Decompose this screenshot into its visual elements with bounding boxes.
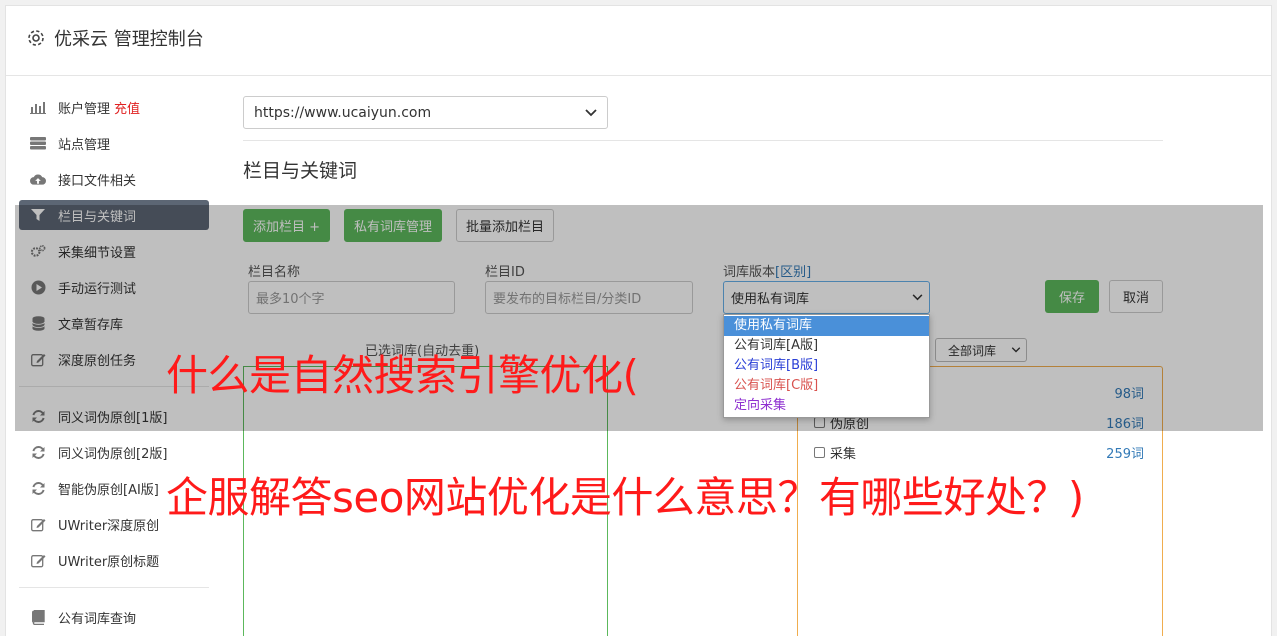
gear-icon: [28, 30, 44, 46]
lib-filter-select[interactable]: 全部词库: [935, 338, 1027, 362]
dropdown-option[interactable]: 公有词库[B版]: [724, 356, 929, 376]
edit-icon: [30, 516, 46, 532]
lib-version-label-wrap: 词库版本[区别]: [723, 261, 811, 280]
add-column-button[interactable]: 添加栏目 +: [243, 209, 331, 242]
sidebar-item-label: 智能伪原创[AI版]: [58, 482, 159, 498]
lib-count: 186词: [1106, 417, 1144, 432]
sidebar-item-public-lib-query[interactable]: 公有词库查询: [19, 602, 209, 632]
sidebar-item-label: UWriter深度原创: [58, 518, 160, 534]
dropdown-option[interactable]: 公有词库[C版]: [724, 376, 929, 396]
dropdown-option[interactable]: 公有词库[A版]: [724, 336, 929, 356]
sidebar-item-interface[interactable]: 接口文件相关: [19, 164, 209, 194]
lib-name-wrap: 采集: [814, 443, 856, 462]
chevron-down-icon: [585, 108, 597, 116]
lib-version-label: 词库版本: [723, 265, 776, 280]
sidebar-item-label: 深度原创任务: [58, 353, 137, 369]
dropdown-option[interactable]: 使用私有词库: [724, 316, 929, 336]
refresh-icon: [30, 408, 46, 424]
sidebar-item-collect-settings[interactable]: 采集细节设置: [19, 236, 209, 266]
refresh-icon: [30, 480, 46, 496]
chevron-down-icon: [1011, 347, 1021, 353]
sidebar-divider: [19, 587, 209, 588]
lib-count: 259词: [1106, 447, 1144, 462]
cloud-upload-icon: [30, 171, 46, 187]
filter-icon: [30, 207, 46, 223]
cancel-button[interactable]: 取消: [1109, 280, 1163, 313]
save-button[interactable]: 保存: [1045, 280, 1099, 313]
sidebar-item-uwriter-title[interactable]: UWriter原创标题: [19, 545, 209, 575]
sidebar-item-label: UWriter原创标题: [58, 554, 160, 570]
site-select[interactable]: https://www.ucaiyun.com: [243, 96, 608, 129]
cogs-icon: [30, 243, 46, 259]
toolbar: 添加栏目 + 私有词库管理 批量添加栏目: [243, 209, 555, 242]
sidebar-item-synonym-v1[interactable]: 同义词伪原创[1版]: [19, 401, 209, 431]
column-name-label: 栏目名称: [248, 265, 301, 280]
lib-name: 采集: [830, 447, 857, 462]
database-icon: [30, 315, 46, 331]
sidebar-item-manual-run[interactable]: 手动运行测试: [19, 272, 209, 302]
edit-icon: [30, 351, 46, 367]
sidebar-item-label: 手动运行测试: [58, 281, 137, 297]
lib-filter-value: 全部词库: [948, 343, 997, 358]
lib-version-dropdown: 使用私有词库 公有词库[A版] 公有词库[B版] 公有词库[C版] 定向采集: [723, 314, 930, 418]
private-lib-button[interactable]: 私有词库管理: [344, 209, 443, 242]
batch-add-button[interactable]: 批量添加栏目: [456, 209, 555, 242]
sidebar-item-label: 同义词伪原创[2版]: [58, 446, 168, 462]
sidebar-item-synonym-v2[interactable]: 同义词伪原创[2版]: [19, 437, 209, 467]
main-content: https://www.ucaiyun.com 栏目与关键词 添加栏目 + 私有…: [243, 96, 1163, 636]
sidebar-item-account[interactable]: 账户管理 充值: [19, 92, 209, 122]
app-title-wrap: 优采云 管理控制台: [26, 25, 204, 51]
refresh-icon: [30, 444, 46, 460]
sidebar-item-sites[interactable]: 站点管理: [19, 128, 209, 158]
edit-icon: [30, 552, 46, 568]
recharge-link[interactable]: 充值: [114, 98, 140, 117]
divider: [243, 140, 1163, 141]
dropdown-option[interactable]: 定向采集: [724, 396, 929, 416]
sidebar-item-label: 同义词伪原创[1版]: [58, 410, 168, 426]
section-title: 栏目与关键词: [243, 160, 358, 182]
headline-line-1: 什么是自然搜索引擎优化(: [166, 351, 639, 400]
lib-count: 98词: [1114, 387, 1144, 402]
sidebar-item-label: 站点管理: [58, 137, 111, 153]
sidebar-item-columns-keywords[interactable]: 栏目与关键词: [19, 200, 209, 230]
column-name-input[interactable]: 最多10个字: [248, 281, 455, 314]
book-icon: [30, 609, 46, 625]
list-item[interactable]: 采集 259词: [814, 443, 1144, 462]
app-header: 优采云 管理控制台: [6, 6, 1271, 76]
sidebar-item-label: 采集细节设置: [58, 245, 137, 261]
sidebar-item-label: 公有词库查询: [58, 611, 137, 627]
sidebar-item-label: 账户管理: [58, 101, 111, 117]
play-circle-icon: [30, 279, 46, 295]
sidebar-item-label: 接口文件相关: [58, 173, 137, 189]
lib-version-select[interactable]: 使用私有词库: [723, 281, 930, 314]
bar-chart-icon: [30, 99, 46, 115]
app-title: 优采云 管理控制台: [54, 29, 204, 50]
checkbox[interactable]: [814, 447, 825, 458]
site-select-value: https://www.ucaiyun.com: [254, 104, 432, 121]
lib-version-value: 使用私有词库: [731, 292, 810, 307]
server-icon: [30, 135, 46, 151]
sidebar-item-article-store[interactable]: 文章暂存库: [19, 308, 209, 338]
column-id-input[interactable]: 要发布的目标栏目/分类ID: [485, 281, 693, 314]
chevron-down-icon: [912, 294, 923, 301]
headline-line-2: 企服解答seo网站优化是什么意思？有哪些好处？): [166, 473, 1084, 522]
lib-diff-link[interactable]: [区别]: [775, 265, 811, 280]
column-id-label: 栏目ID: [485, 265, 525, 280]
sidebar-item-label: 文章暂存库: [58, 317, 124, 333]
sidebar-item-label: 栏目与关键词: [58, 209, 137, 225]
checkbox[interactable]: [814, 417, 825, 428]
